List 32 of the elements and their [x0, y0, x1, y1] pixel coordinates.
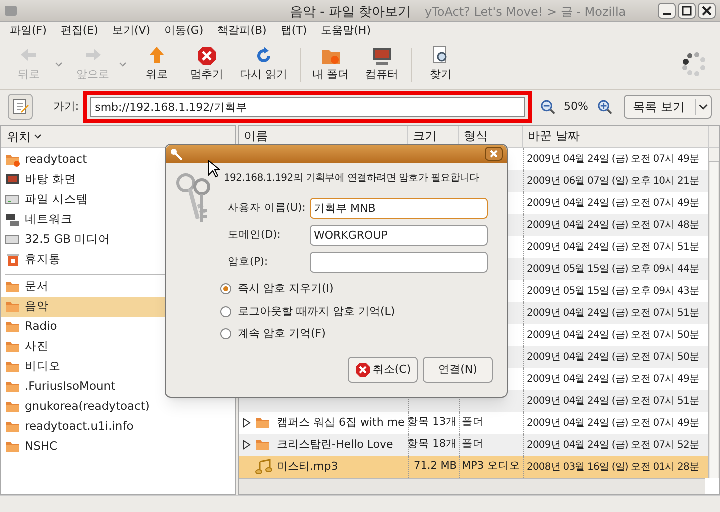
field-label: 암호(P): — [228, 254, 270, 270]
modified-date: 2009년 04월 24일 (금) 오전 07시 49분 — [527, 416, 700, 430]
file-type: 폴더 — [462, 415, 484, 430]
file-size: 항목 13개 — [407, 415, 457, 430]
modified-date: 2009년 04월 24일 (금) 오전 07시 51분 — [527, 306, 700, 320]
field-label: 도메인(D): — [228, 228, 282, 243]
file-name: 크리스탐린-Hello Love — [277, 436, 394, 453]
modified-date: 2008년 03월 16일 (일) 오전 01시 28분 — [527, 460, 700, 474]
file-size: 71.2 MB — [414, 459, 457, 474]
file-name: 캠퍼스 워십 6집 with me — [277, 414, 405, 431]
modified-date: 2009년 05월 15일 (금) 오후 09시 43분 — [527, 284, 700, 298]
modified-date: 2009년 04월 24일 (금) 오전 07시 49분 — [527, 196, 700, 210]
file-name: 미스티.mp3 — [277, 458, 338, 475]
modified-date: 2009년 06월 07일 (일) 오후 10시 21분 — [527, 174, 700, 188]
file-size: 항목 18개 — [407, 437, 457, 452]
modified-date: 2009년 04월 24일 (금) 오전 07시 50분 — [527, 350, 700, 364]
zoom-level: 50% — [564, 98, 588, 115]
file-type: 폴더 — [462, 437, 484, 452]
modified-date: 2009년 04월 24일 (금) 오전 07시 50분 — [527, 328, 700, 342]
dialog-message: 192.168.1.192의 기획부에 연결하려면 암호가 필요합니다 — [224, 172, 480, 186]
modified-date: 2009년 04월 24일 (금) 오전 07시 48분 — [527, 218, 700, 232]
modified-date: 2009년 04월 24일 (금) 오전 07시 49분 — [527, 152, 700, 166]
field-label: 사용자 이름(U): — [228, 200, 307, 216]
modified-date: 2009년 04월 24일 (금) 오전 07시 49분 — [527, 372, 700, 386]
location-label: 가기: — [53, 98, 80, 115]
modified-date: 2009년 04월 24일 (금) 오전 07시 52분 — [527, 438, 700, 452]
window-title: 음악 - 파일 찾아보기 — [290, 4, 412, 22]
file-type: MP3 오디오 — [462, 459, 520, 474]
modified-date: 2009년 04월 24일 (금) 오전 07시 51분 — [527, 240, 700, 254]
modified-date: 2009년 04월 24일 (금) 오전 07시 51분 — [527, 394, 700, 408]
background-window-title: yToAct? Let's Move! > 글 - Mozilla — [425, 4, 626, 21]
modified-date: 2009년 05월 15일 (금) 오후 09시 44분 — [527, 262, 700, 276]
